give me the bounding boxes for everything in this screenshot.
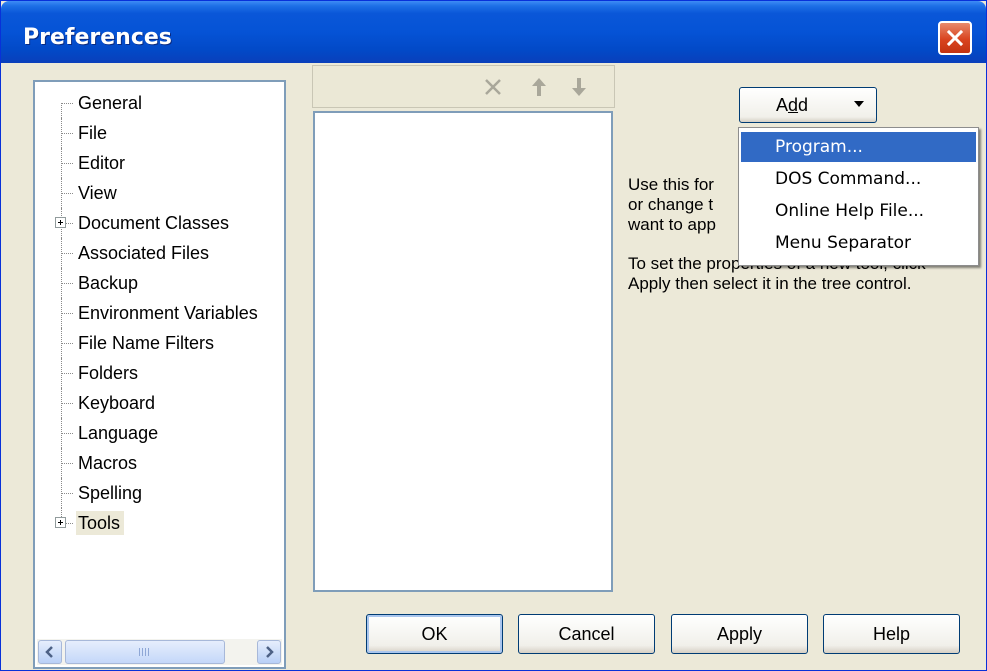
arrow-right-icon — [266, 646, 274, 658]
menu-item-program[interactable]: Program... — [741, 132, 976, 162]
tree-item-label: File Name Filters — [78, 333, 215, 353]
tree-item-label: Backup — [78, 273, 139, 293]
tree-connector — [61, 403, 73, 404]
menu-item-dos-command[interactable]: DOS Command... — [741, 164, 976, 194]
tree-item-label: Macros — [78, 453, 138, 473]
close-icon — [946, 29, 964, 47]
add-dropdown-menu: Program... DOS Command... Online Help Fi… — [738, 127, 979, 266]
tools-list[interactable] — [313, 111, 613, 592]
tree-item-label: Environment Variables — [78, 303, 258, 323]
expand-plus-icon[interactable] — [55, 517, 66, 528]
add-button-label: Add — [776, 95, 808, 116]
tree-connector — [61, 163, 73, 164]
tree-connector — [61, 253, 73, 254]
tree-connector — [61, 283, 73, 284]
scroll-thumb[interactable] — [65, 640, 225, 664]
apply-button[interactable]: Apply — [671, 614, 808, 654]
tree-item-label: Editor — [78, 153, 126, 173]
menu-item-label: DOS Command... — [775, 169, 922, 189]
tree-item-spelling[interactable]: Spelling — [35, 478, 286, 508]
menu-item-menu-separator[interactable]: Menu Separator — [741, 228, 976, 258]
preferences-dialog: Preferences General File Editor View Documen… — [0, 0, 987, 671]
tree-item-label: Spelling — [78, 483, 143, 503]
menu-item-label: Online Help File... — [775, 201, 925, 221]
access-key: d — [788, 95, 799, 115]
tree-item-tools[interactable]: Tools — [35, 508, 286, 538]
tree-item-keyboard[interactable]: Keyboard — [35, 388, 286, 418]
tree-item-general[interactable]: General — [35, 88, 286, 118]
tree-line — [61, 103, 62, 118]
tree-connector — [61, 313, 73, 314]
tree-connector — [61, 343, 73, 344]
tree-connector — [61, 103, 73, 104]
tree-item-macros[interactable]: Macros — [35, 448, 286, 478]
delete-icon[interactable] — [481, 75, 505, 99]
tree-item-associated-files[interactable]: Associated Files — [35, 238, 286, 268]
move-up-icon[interactable] — [527, 75, 551, 99]
tree-connector — [61, 493, 73, 494]
tree-connector — [61, 463, 73, 464]
add-label-text: Add — [776, 95, 809, 115]
tree-item-document-classes[interactable]: Document Classes — [35, 208, 286, 238]
tree-list: General File Editor View Document Classes Ass… — [35, 88, 286, 538]
scroll-grip — [139, 648, 151, 656]
tree-item-folders[interactable]: Folders — [35, 358, 286, 388]
tree-item-language[interactable]: Language — [35, 418, 286, 448]
window-title: Preferences — [23, 25, 172, 50]
tree-item-label: Document Classes — [78, 213, 230, 233]
title-bar[interactable]: Preferences — [1, 1, 986, 63]
tree-item-label: Folders — [78, 363, 139, 383]
tree-connector — [61, 193, 73, 194]
dialog-body: General File Editor View Document Classes Ass… — [5, 63, 982, 669]
tree-item-label: Tools — [76, 511, 125, 535]
scroll-right-button[interactable] — [257, 640, 281, 664]
tree-item-label: Language — [78, 423, 159, 443]
tree-item-label: Associated Files — [78, 243, 210, 263]
menu-item-online-help-file[interactable]: Online Help File... — [741, 196, 976, 226]
tree-item-view[interactable]: View — [35, 178, 286, 208]
tool-list-toolbar — [312, 65, 615, 108]
tree-item-backup[interactable]: Backup — [35, 268, 286, 298]
tree-item-label: Keyboard — [78, 393, 156, 413]
menu-item-label: Menu Separator — [775, 233, 911, 253]
category-tree[interactable]: General File Editor View Document Classes Ass… — [33, 80, 286, 669]
dropdown-arrow-icon — [854, 101, 864, 107]
tree-connector — [61, 373, 73, 374]
tree-item-environment-variables[interactable]: Environment Variables — [35, 298, 286, 328]
help-line-3: want to app — [628, 215, 716, 234]
help-line-2: or change t — [628, 195, 714, 214]
menu-item-label: Program... — [775, 137, 863, 157]
tree-item-label: File — [78, 123, 108, 143]
help-button[interactable]: Help — [823, 614, 960, 654]
cancel-button[interactable]: Cancel — [518, 614, 655, 654]
tree-item-file-name-filters[interactable]: File Name Filters — [35, 328, 286, 358]
help-line-1: Use this for — [628, 175, 714, 194]
tree-item-editor[interactable]: Editor — [35, 148, 286, 178]
add-button[interactable]: Add — [739, 87, 877, 123]
scroll-left-button[interactable] — [38, 640, 62, 664]
arrow-left-icon — [45, 646, 53, 658]
close-button[interactable] — [938, 21, 972, 55]
ok-button[interactable]: OK — [366, 614, 503, 654]
tree-connector — [61, 133, 73, 134]
expand-plus-icon[interactable] — [55, 217, 66, 228]
tree-item-label: General — [78, 93, 143, 113]
tree-item-label: View — [78, 183, 117, 203]
tree-item-file[interactable]: File — [35, 118, 286, 148]
horizontal-scrollbar[interactable] — [37, 639, 282, 665]
move-down-icon[interactable] — [567, 75, 591, 99]
tree-connector — [61, 433, 73, 434]
